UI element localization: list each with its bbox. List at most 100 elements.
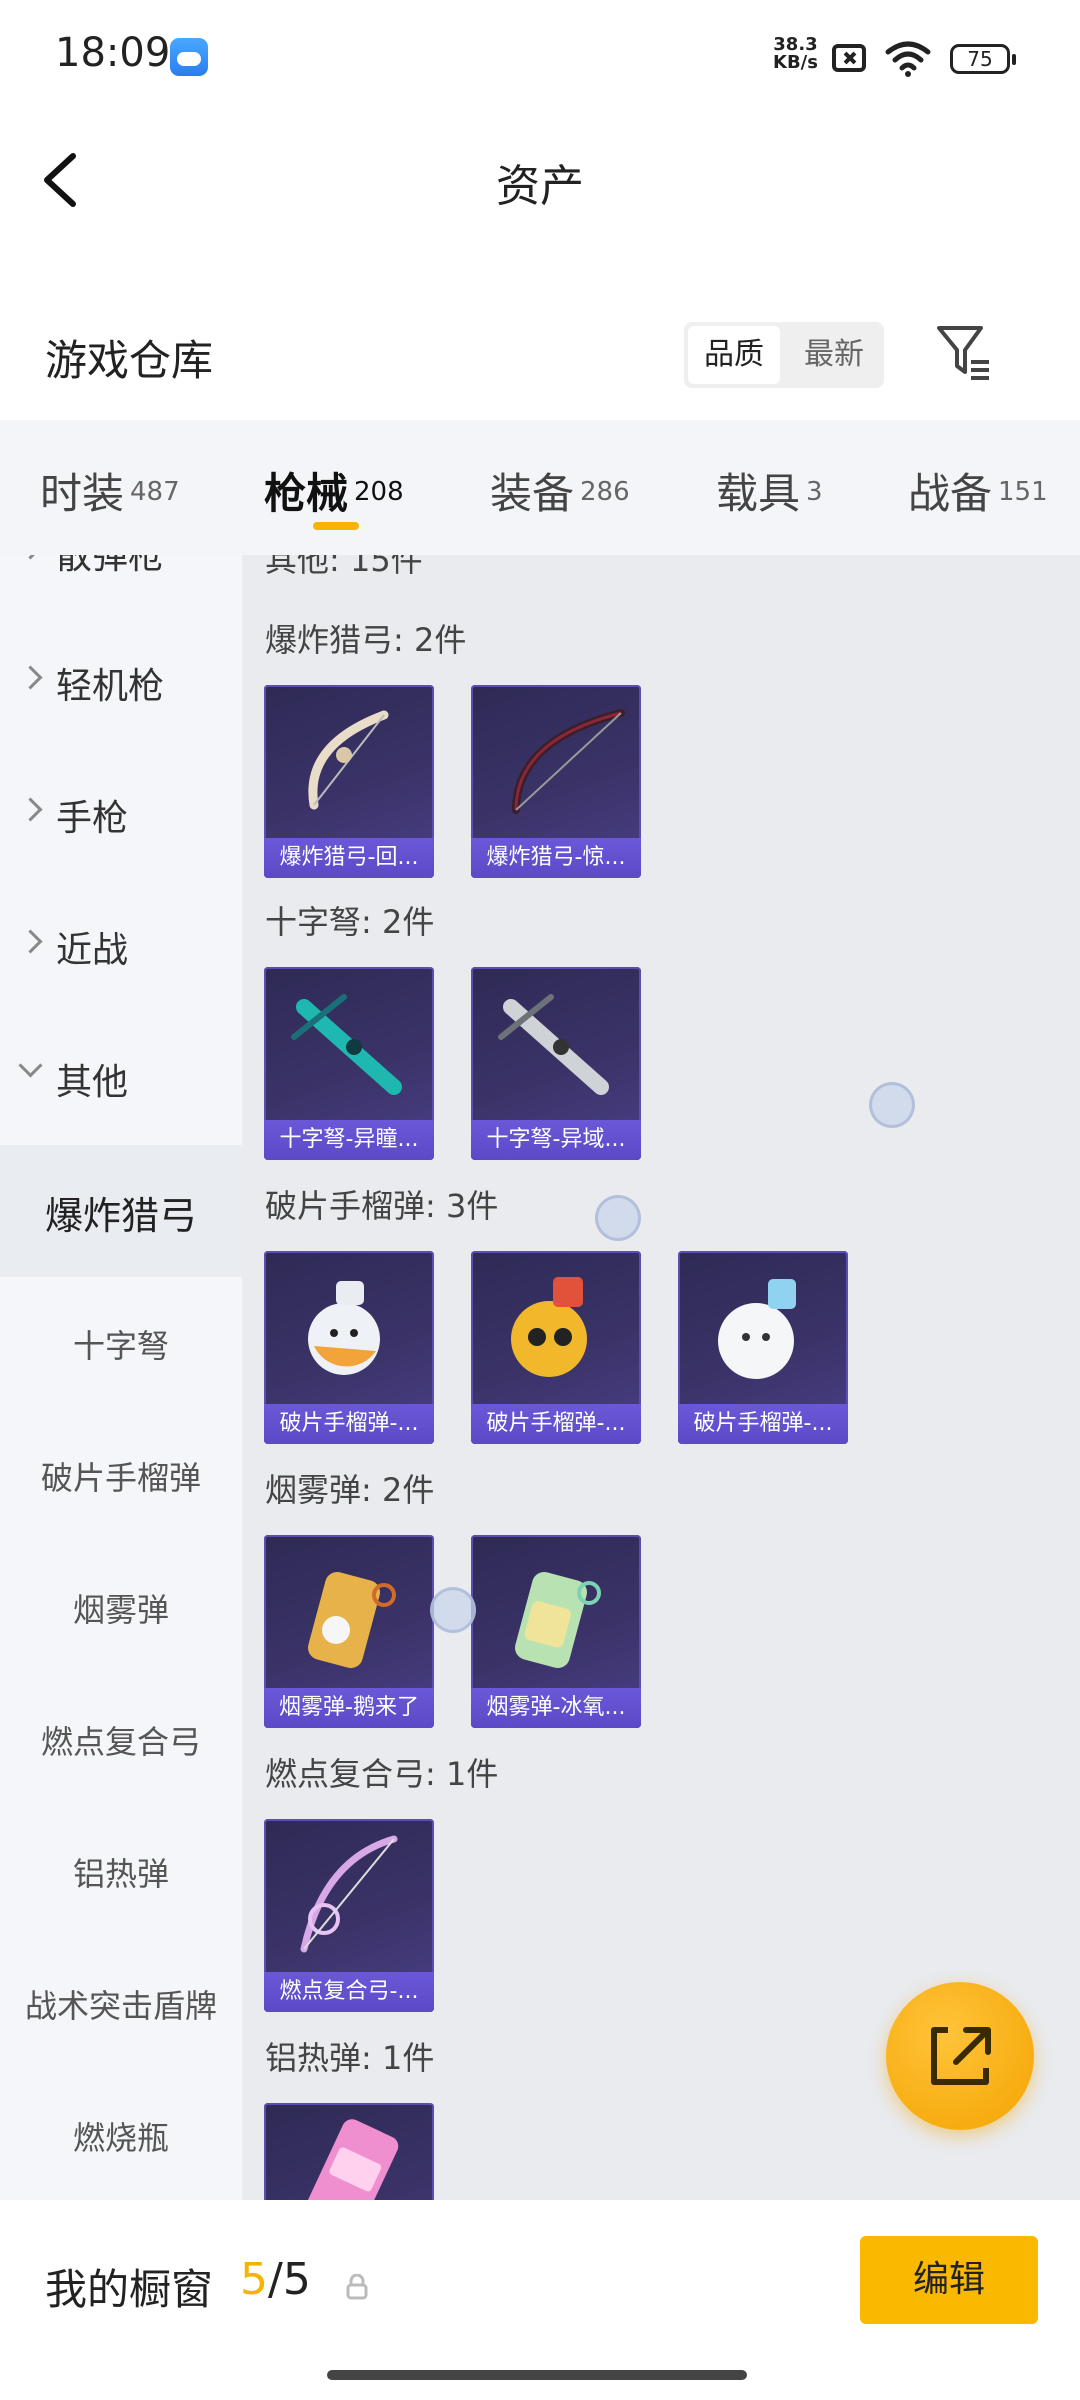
tab-battle-prep[interactable]: 战备 151 xyxy=(908,460,1048,521)
section-title: 破片手榴弹: 3件 xyxy=(265,1187,499,1225)
sidebar-item-melee[interactable]: 近战 xyxy=(0,881,242,1013)
tab-firearms[interactable]: 枪械 208 xyxy=(264,460,404,521)
home-indicator[interactable] xyxy=(327,2370,747,2380)
smoke-grenade-icon xyxy=(308,1571,396,1669)
item-card-label: 燃点复合弓-... xyxy=(264,1972,434,2012)
tab-label: 时装 xyxy=(40,469,125,518)
sidebar-item-label: 破片手榴弹 xyxy=(40,1459,201,1497)
smoke-grenade-icon xyxy=(515,1571,601,1669)
lock-icon xyxy=(346,2274,368,2300)
showcase-separator: / xyxy=(268,2254,283,2305)
item-card[interactable]: 烟雾弹-冰氧... xyxy=(471,1535,641,1728)
thermite-icon xyxy=(299,2119,399,2200)
sidebar-item-compound-bow[interactable]: 燃点复合弓 xyxy=(0,1673,242,1805)
share-button[interactable] xyxy=(886,1982,1034,2130)
item-card[interactable]: 燃点复合弓-... xyxy=(264,1819,434,2012)
tab-label: 战备 xyxy=(908,469,993,518)
sidebar-item-label: 手枪 xyxy=(56,798,129,839)
net-speed: 38.3 KB/s xyxy=(773,36,818,72)
sidebar-item-label: 其他 xyxy=(56,1062,129,1103)
sidebar-item-label: 散弹枪 xyxy=(56,555,165,577)
section-title: 十字弩: 2件 xyxy=(265,903,435,941)
cloud-app-icon xyxy=(170,38,208,76)
item-list: 其他: 15件 爆炸猎弓: 2件 爆炸猎弓-回... 爆炸猎弓-惊... 十字弩… xyxy=(242,555,1080,2200)
section-title: 铝热弹: 1件 xyxy=(265,2039,435,2077)
crossbow-icon xyxy=(498,994,609,1095)
sidebar-item-label: 烟雾弹 xyxy=(72,1591,169,1629)
tab-vehicles[interactable]: 载具 3 xyxy=(716,460,823,521)
showcase-label: 我的橱窗 xyxy=(45,2265,214,2314)
item-card[interactable]: 爆炸猎弓-惊... xyxy=(471,685,641,878)
sidebar: 散弹枪 轻机枪 手枪 近战 其他 爆炸猎弓 十字弩 破片手榴弹 烟雾弹 燃点复合… xyxy=(0,555,242,2200)
item-card[interactable]: 破片手榴弹-... xyxy=(264,1251,434,1444)
no-sim-icon xyxy=(832,44,866,72)
bow-icon xyxy=(512,709,625,814)
tab-label: 枪械 xyxy=(264,469,349,518)
item-card[interactable]: 破片手榴弹-... xyxy=(678,1251,848,1444)
sort-toggle: 品质 最新 xyxy=(684,322,884,388)
item-card-label: 烟雾弹-冰氧... xyxy=(471,1688,641,1728)
item-card-label: 破片手榴弹-... xyxy=(264,1404,434,1444)
status-bar: 18:09 38.3 KB/s 75 xyxy=(0,0,1080,120)
item-card[interactable]: 破片手榴弹-... xyxy=(471,1251,641,1444)
item-card-label: 爆炸猎弓-惊... xyxy=(471,838,641,878)
sidebar-item-shotgun[interactable]: 散弹枪 xyxy=(0,555,242,619)
compound-bow-icon xyxy=(300,1835,398,1953)
sidebar-item-smoke-grenade[interactable]: 烟雾弹 xyxy=(0,1541,242,1673)
tab-fashion[interactable]: 时装 487 xyxy=(40,460,180,521)
item-card[interactable]: 爆炸猎弓-回... xyxy=(264,685,434,878)
item-card[interactable]: 十字弩-异瞳... xyxy=(264,967,434,1160)
tab-equipment[interactable]: 装备 286 xyxy=(490,460,630,521)
section-title: 烟雾弹: 2件 xyxy=(265,1471,435,1509)
sidebar-item-pistol[interactable]: 手枪 xyxy=(0,749,242,881)
chevron-right-icon xyxy=(18,555,43,560)
tab-count: 151 xyxy=(998,477,1048,507)
tab-count: 487 xyxy=(130,477,180,507)
sidebar-item-explosive-bow[interactable]: 爆炸猎弓 xyxy=(0,1145,242,1277)
item-card[interactable]: 十字弩-异域... xyxy=(471,967,641,1160)
grenade-icon xyxy=(308,1281,380,1375)
sidebar-item-label: 燃点复合弓 xyxy=(40,1723,201,1761)
sidebar-item-other[interactable]: 其他 xyxy=(0,1013,242,1145)
showcase-max: 5 xyxy=(282,2254,311,2305)
edit-button[interactable]: 编辑 xyxy=(860,2236,1038,2324)
crossbow-icon xyxy=(291,994,402,1095)
sidebar-item-crossbow[interactable]: 十字弩 xyxy=(0,1277,242,1409)
status-time: 18:09 xyxy=(55,30,171,76)
chevron-down-icon xyxy=(18,1053,43,1078)
section-title: 爆炸猎弓: 2件 xyxy=(265,621,467,659)
tab-count: 3 xyxy=(806,477,823,507)
sidebar-item-label: 燃烧瓶 xyxy=(72,2119,169,2157)
net-speed-unit: KB/s xyxy=(773,52,818,73)
sidebar-item-thermite[interactable]: 铝热弹 xyxy=(0,1805,242,1937)
sidebar-item-label: 轻机枪 xyxy=(56,666,165,707)
item-card-label: 烟雾弹-鹅来了 xyxy=(264,1688,434,1728)
showcase-count: 5/5 xyxy=(240,2254,311,2305)
warehouse-title: 游戏仓库 xyxy=(45,336,214,385)
tab-count: 208 xyxy=(354,477,404,507)
chevron-right-icon xyxy=(18,665,43,690)
sort-newest-option[interactable]: 最新 xyxy=(788,326,880,384)
chevron-right-icon xyxy=(18,929,43,954)
item-card[interactable] xyxy=(264,2103,434,2200)
category-tabs: 时装 487 枪械 208 装备 286 载具 3 战备 151 xyxy=(0,420,1080,555)
share-icon xyxy=(931,2027,991,2085)
sidebar-item-frag-grenade[interactable]: 破片手榴弹 xyxy=(0,1409,242,1541)
grenade-icon xyxy=(511,1277,587,1377)
sort-quality-option[interactable]: 品质 xyxy=(688,326,780,384)
active-tab-indicator xyxy=(313,522,359,530)
item-card-label: 破片手榴弹-... xyxy=(678,1404,848,1444)
sidebar-item-label: 战术突击盾牌 xyxy=(24,1987,217,2025)
tab-count: 286 xyxy=(580,477,630,507)
wifi-icon xyxy=(885,41,931,77)
sidebar-item-tactical-shield[interactable]: 战术突击盾牌 xyxy=(0,1937,242,2069)
section-title: 其他: 15件 xyxy=(265,555,423,579)
item-card[interactable]: 烟雾弹-鹅来了 xyxy=(264,1535,434,1728)
sidebar-item-lmg[interactable]: 轻机枪 xyxy=(0,617,242,749)
filter-icon[interactable] xyxy=(935,322,991,382)
showcase-current: 5 xyxy=(240,2254,268,2305)
sidebar-item-molotov[interactable]: 燃烧瓶 xyxy=(0,2069,242,2200)
touch-indicator xyxy=(869,1082,915,1128)
grenade-icon xyxy=(718,1279,796,1379)
chevron-right-icon xyxy=(18,797,43,822)
